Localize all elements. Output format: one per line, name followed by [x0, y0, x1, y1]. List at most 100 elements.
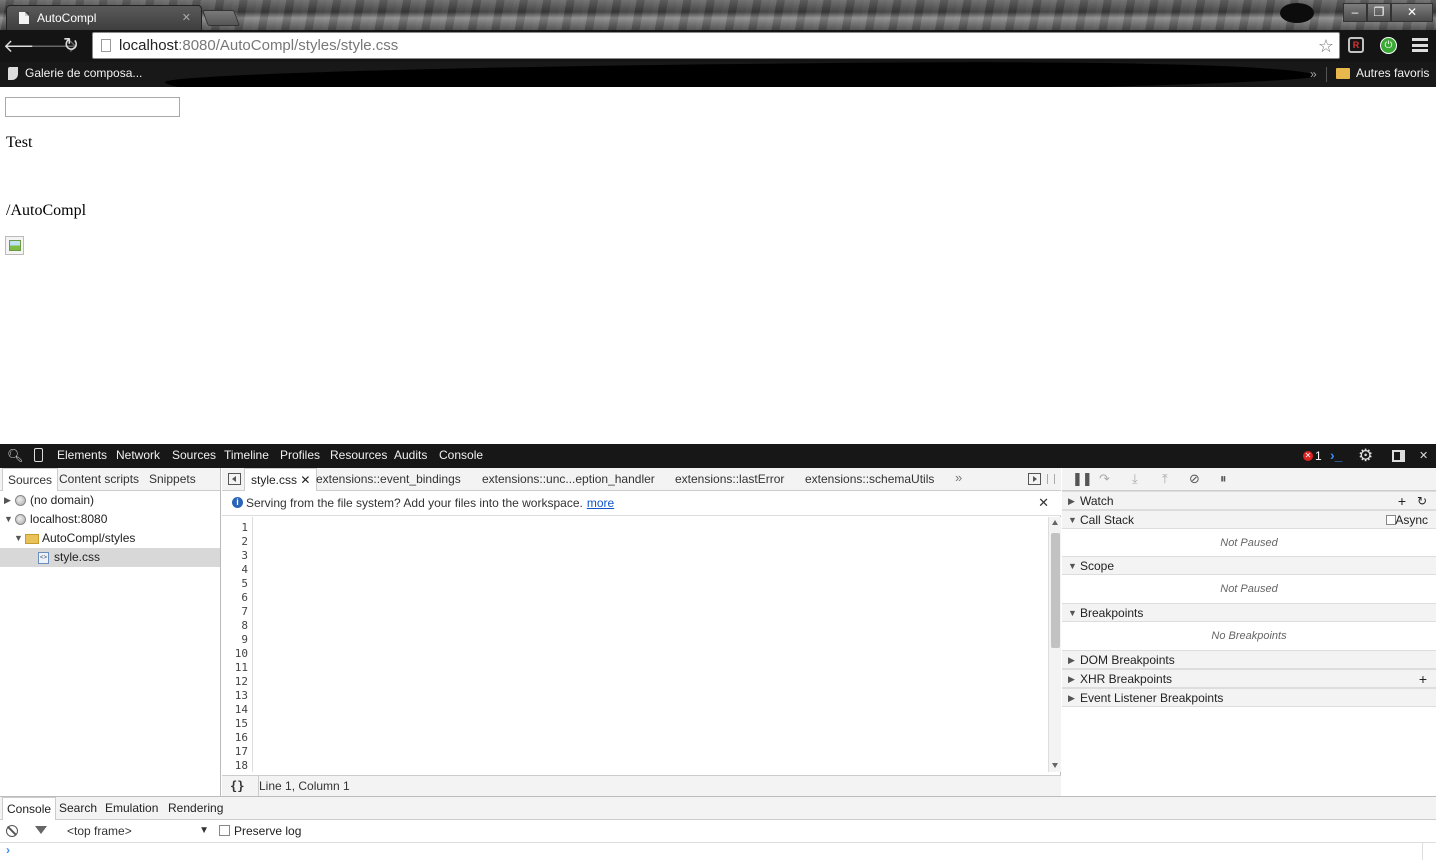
- dock-side-icon[interactable]: [1392, 450, 1405, 462]
- resize-grip[interactable]: [1047, 474, 1055, 484]
- tabs-overflow-chevron[interactable]: »: [955, 470, 962, 485]
- minimize-button[interactable]: –: [1343, 3, 1367, 22]
- drawer-tab-search[interactable]: Search: [59, 797, 97, 820]
- code-area[interactable]: 1 2 3 4 5 6 7 8 9 10 11 12 13 14 15 16 1…: [222, 517, 1048, 772]
- deactivate-breakpoints-icon[interactable]: ⊘: [1189, 471, 1200, 487]
- pause-on-exceptions-icon[interactable]: ⏸: [1220, 471, 1227, 487]
- editor-tab-event-bindings[interactable]: extensions::event_bindings: [316, 468, 461, 491]
- section-watch[interactable]: ▶ Watch + ↻: [1062, 491, 1436, 510]
- user-avatar[interactable]: [1280, 3, 1314, 23]
- new-tab-button[interactable]: [202, 10, 240, 26]
- devtools-tab-audits[interactable]: Audits: [394, 448, 427, 462]
- chevron-down-icon[interactable]: ▼: [14, 529, 23, 548]
- chevron-down-icon[interactable]: ▼: [1068, 511, 1077, 529]
- devtools-tab-profiles[interactable]: Profiles: [280, 448, 320, 462]
- editor-tab-exception-handler[interactable]: extensions::unc...eption_handler: [482, 468, 655, 491]
- scroll-up-arrow-icon[interactable]: [1052, 520, 1058, 525]
- step-over-icon[interactable]: ↷: [1099, 471, 1110, 487]
- filter-icon[interactable]: [35, 826, 47, 834]
- debugger-toolbar: ❚❚ ↷ ⤓ ⤒ ⊘ ⏸: [1062, 468, 1436, 491]
- clear-console-icon[interactable]: [6, 825, 18, 837]
- section-call-stack[interactable]: ▼ Call Stack Async: [1062, 510, 1436, 529]
- console-drawer-icon[interactable]: ›_: [1330, 447, 1342, 463]
- navigator-tab-sources[interactable]: Sources: [2, 468, 59, 491]
- bookmark-galerie[interactable]: Galerie de composa...: [8, 66, 142, 80]
- chevron-down-icon[interactable]: ▼: [1068, 557, 1077, 575]
- extension-r-icon[interactable]: R: [1348, 37, 1364, 53]
- toggle-debugger-icon[interactable]: [1028, 473, 1041, 485]
- scrollbar-thumb[interactable]: [1051, 533, 1060, 648]
- reload-button[interactable]: ↻: [60, 36, 82, 56]
- close-icon[interactable]: ✕: [300, 473, 310, 487]
- add-xhr-breakpoint-icon[interactable]: +: [1419, 670, 1427, 688]
- scroll-down-arrow-icon[interactable]: [1052, 763, 1058, 768]
- restore-button[interactable]: ❐: [1367, 3, 1391, 22]
- editor-tab-lasterror[interactable]: extensions::lastError: [675, 468, 784, 491]
- preserve-log-checkbox[interactable]: [219, 825, 230, 836]
- drawer-tab-emulation[interactable]: Emulation: [105, 797, 158, 820]
- bookmarks-overflow-chevron[interactable]: »: [1310, 67, 1317, 81]
- pause-icon[interactable]: ❚❚: [1072, 471, 1093, 487]
- navigator-tab-snippets[interactable]: Snippets: [144, 468, 201, 491]
- tab-close-icon[interactable]: ✕: [182, 11, 191, 24]
- tree-item-no-domain[interactable]: ▶ (no domain): [0, 491, 220, 510]
- section-event-listener-breakpoints[interactable]: ▶ Event Listener Breakpoints: [1062, 688, 1436, 707]
- device-mode-icon[interactable]: [34, 448, 43, 462]
- section-breakpoints[interactable]: ▼ Breakpoints: [1062, 603, 1436, 622]
- error-counter[interactable]: ✕ 1: [1303, 449, 1322, 463]
- extension-power-icon[interactable]: ⏻: [1380, 37, 1397, 54]
- editor-tab-schemautils[interactable]: extensions::schemaUtils: [805, 468, 934, 491]
- editor-scrollbar[interactable]: [1048, 517, 1061, 772]
- chevron-right-icon[interactable]: ▶: [1068, 492, 1075, 510]
- chevron-right-icon[interactable]: ▶: [1068, 651, 1075, 669]
- section-scope[interactable]: ▼ Scope: [1062, 556, 1436, 575]
- gear-icon[interactable]: ⚙: [1358, 446, 1373, 466]
- bookmark-star-icon[interactable]: ☆: [1318, 36, 1334, 57]
- text-test: Test: [6, 134, 33, 151]
- browser-tab[interactable]: AutoCompl ✕: [6, 5, 202, 30]
- line-number: 9: [241, 633, 248, 646]
- toggle-navigator-icon[interactable]: [228, 473, 241, 485]
- pretty-print-button[interactable]: {}: [230, 776, 244, 796]
- close-icon[interactable]: ✕: [1038, 491, 1049, 515]
- devtools-close-icon[interactable]: ✕: [1419, 449, 1428, 462]
- chevron-right-icon[interactable]: ▶: [4, 491, 11, 510]
- devtools-tab-elements[interactable]: Elements: [57, 448, 107, 462]
- refresh-icon[interactable]: ↻: [1417, 492, 1427, 510]
- drawer-tab-rendering[interactable]: Rendering: [168, 797, 223, 820]
- inspect-search-icon[interactable]: 🔍︎: [7, 448, 24, 464]
- chevron-down-icon[interactable]: ▼: [4, 510, 13, 529]
- frame-select[interactable]: <top frame> ▼: [67, 820, 212, 842]
- chevron-right-icon[interactable]: ▶: [1068, 689, 1075, 707]
- devtools-tab-sources[interactable]: Sources: [172, 448, 216, 462]
- tree-item-autocompl-styles[interactable]: ▼ AutoCompl/styles: [0, 529, 220, 548]
- devtools-tab-network[interactable]: Network: [116, 448, 160, 462]
- menu-icon[interactable]: [1412, 38, 1428, 52]
- chevron-right-icon[interactable]: ▶: [1068, 670, 1075, 688]
- devtools-tab-timeline[interactable]: Timeline: [224, 448, 269, 462]
- devtools-tab-console[interactable]: Console: [439, 448, 483, 462]
- drawer-tab-console[interactable]: Console: [2, 797, 57, 820]
- editor-tab-style-css[interactable]: style.css ✕: [244, 468, 318, 492]
- tree-item-localhost[interactable]: ▼ localhost:8080: [0, 510, 220, 529]
- close-window-button[interactable]: ✕: [1391, 3, 1433, 22]
- infobar-more-link[interactable]: more: [587, 496, 614, 510]
- console-prompt[interactable]: ›: [0, 843, 1436, 860]
- back-button[interactable]: 🡐: [3, 36, 51, 56]
- search-input[interactable]: [5, 97, 180, 117]
- navigator-tab-content-scripts[interactable]: Content scripts: [54, 468, 144, 491]
- chevron-down-icon[interactable]: ▼: [1068, 604, 1077, 622]
- page-icon: [19, 12, 29, 24]
- section-xhr-breakpoints[interactable]: ▶ XHR Breakpoints +: [1062, 669, 1436, 688]
- forward-button[interactable]: 🡒: [30, 36, 78, 56]
- console-scrollbar[interactable]: [1422, 843, 1435, 860]
- tree-item-style-css[interactable]: <> style.css: [0, 548, 220, 567]
- line-number: 10: [234, 647, 248, 660]
- address-bar[interactable]: localhost:8080/AutoCompl/styles/style.cs…: [92, 32, 1340, 59]
- section-dom-breakpoints[interactable]: ▶ DOM Breakpoints: [1062, 650, 1436, 669]
- step-out-icon[interactable]: ⤒: [1162, 471, 1168, 487]
- devtools-tab-resources[interactable]: Resources: [330, 448, 387, 462]
- step-into-icon[interactable]: ⤓: [1132, 471, 1138, 487]
- bookmark-other-folder[interactable]: Autres favoris: [1336, 66, 1429, 80]
- add-watch-icon[interactable]: +: [1398, 492, 1406, 510]
